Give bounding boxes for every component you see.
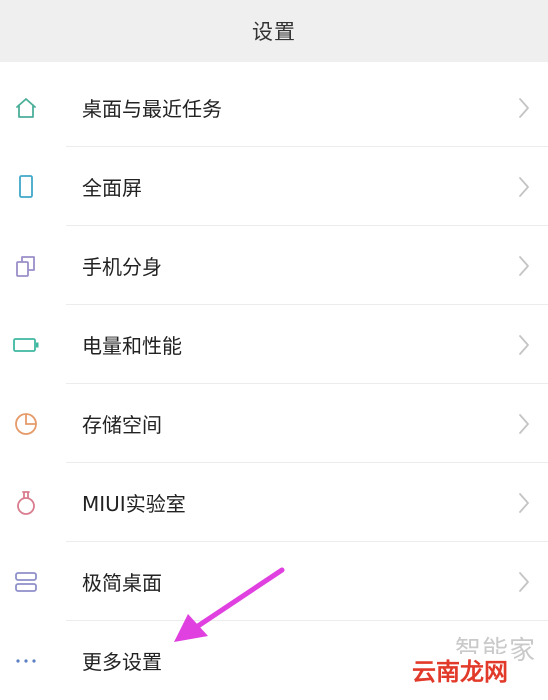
chevron-right-icon	[516, 96, 532, 120]
settings-item-simple-desktop[interactable]: 极简桌面	[0, 542, 548, 621]
chevron-right-icon	[516, 175, 532, 199]
settings-item-label: 全面屏	[82, 176, 142, 200]
pie-icon	[12, 410, 40, 438]
copy-icon	[12, 252, 40, 280]
watermark-logo: 云南龙网	[406, 654, 514, 690]
phone-icon	[12, 173, 40, 201]
chevron-right-icon	[516, 254, 532, 278]
settings-item-label: 存储空间	[82, 413, 162, 437]
layers-icon	[12, 568, 40, 596]
page-title: 设置	[252, 20, 296, 44]
settings-item-desktop-recents[interactable]: 桌面与最近任务	[0, 68, 548, 147]
settings-item-label: 手机分身	[82, 255, 162, 279]
chevron-right-icon	[516, 412, 532, 436]
settings-item-label: 极简桌面	[82, 571, 162, 595]
settings-item-label: 电量和性能	[82, 334, 182, 358]
settings-item-dual-apps[interactable]: 手机分身	[0, 226, 548, 305]
settings-item-battery-performance[interactable]: 电量和性能	[0, 305, 548, 384]
flask-icon	[12, 489, 40, 517]
settings-list: 桌面与最近任务 全面屏 手机分身 电量和性能 存储空间 MIUI实验室 极简桌面…	[0, 68, 548, 700]
settings-item-miui-lab[interactable]: MIUI实验室	[0, 463, 548, 542]
settings-item-storage[interactable]: 存储空间	[0, 384, 548, 463]
battery-icon	[12, 331, 40, 359]
chevron-right-icon	[516, 570, 532, 594]
settings-item-label: 更多设置	[82, 650, 162, 674]
header-bar: 设置	[0, 0, 548, 62]
chevron-right-icon	[516, 333, 532, 357]
settings-item-fullscreen[interactable]: 全面屏	[0, 147, 548, 226]
more-icon	[12, 647, 40, 675]
chevron-right-icon	[516, 491, 532, 515]
settings-item-label: 桌面与最近任务	[82, 97, 222, 121]
settings-item-label: MIUI实验室	[82, 492, 186, 516]
home-icon	[12, 94, 40, 122]
